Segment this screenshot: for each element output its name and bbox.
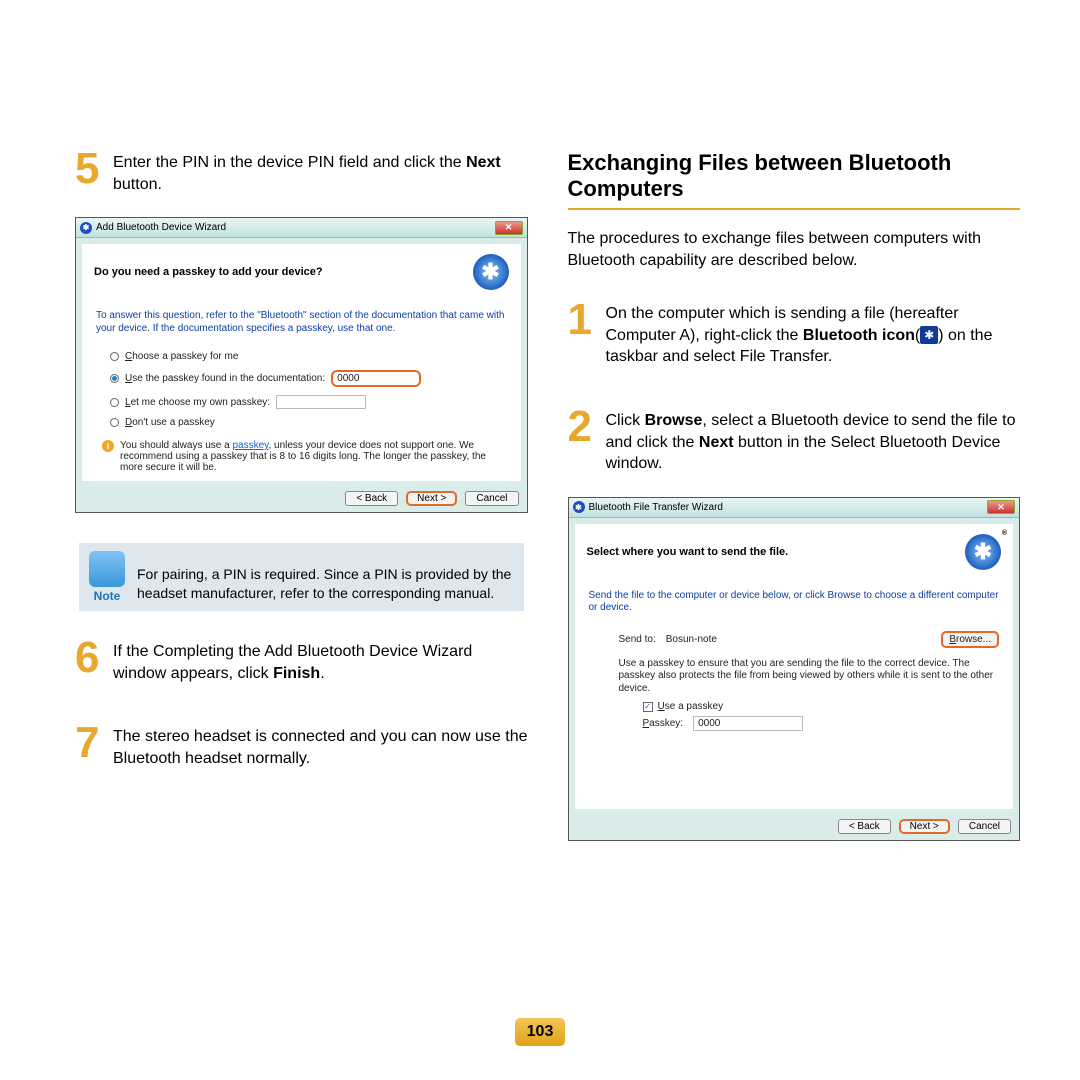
step-2: 2 Click Browse, select a Bluetooth devic… <box>568 408 1021 475</box>
passkey-input[interactable]: 0000 <box>331 370 421 387</box>
use-passkey-checkbox[interactable]: ✓Use a passkeyUse a passkey <box>589 695 1000 714</box>
close-button[interactable]: ✕ <box>495 221 523 235</box>
passkey-hint: Use a passkey to ensure that you are sen… <box>619 658 1000 696</box>
next-button[interactable]: Next > <box>406 491 457 506</box>
passkey-info: i You should always use a passkey, unles… <box>96 432 507 473</box>
step-number: 5 <box>75 150 105 195</box>
close-button[interactable]: ✕ <box>987 500 1015 514</box>
dialog-heading: Select where you want to send the file. <box>587 546 789 558</box>
dialog-hint: To answer this question, refer to the "B… <box>96 310 507 335</box>
cancel-button[interactable]: Cancel <box>958 819 1011 834</box>
note-box: Note For pairing, a PIN is required. Sin… <box>79 543 524 611</box>
browse-button[interactable]: Browse...Browse... <box>941 631 999 648</box>
back-button[interactable]: < Back <box>345 491 398 506</box>
bluetooth-icon: ✱ <box>573 501 585 513</box>
page-number: 103 <box>515 1018 565 1046</box>
sendto-label: Send to: <box>619 634 656 645</box>
dialog-title: Bluetooth File Transfer Wizard <box>589 502 724 513</box>
step-6: 6 If the Completing the Add Bluetooth De… <box>75 639 528 684</box>
radio-use-documentation[interactable]: Use the passkey found in the documentati… <box>96 366 507 391</box>
radio-own-passkey[interactable]: Let me choose my own passkey:Let me choo… <box>96 391 507 413</box>
bluetooth-taskbar-icon: ✱ <box>920 326 938 344</box>
step-5: 5 Enter the PIN in the device PIN field … <box>75 150 528 195</box>
dialog-hint: Send the file to the computer or device … <box>589 590 1000 615</box>
note-text: For pairing, a PIN is required. Since a … <box>137 565 514 603</box>
dialog-titlebar: ✱ Add Bluetooth Device Wizard ✕ <box>76 218 527 238</box>
back-button[interactable]: < Back <box>838 819 891 834</box>
step-text: Enter the PIN in the device PIN field an… <box>113 150 528 195</box>
step-text: The stereo headset is connected and you … <box>113 724 528 769</box>
step-number: 2 <box>568 408 598 475</box>
section-intro: The procedures to exchange files between… <box>568 228 1021 271</box>
passkey-link[interactable]: passkey <box>233 440 269 451</box>
add-bluetooth-dialog: ✱ Add Bluetooth Device Wizard ✕ Do you n… <box>75 217 528 513</box>
radio-choose-for-me[interactable]: CChoose a passkey for mehoose a passkey … <box>96 347 507 366</box>
step-text: On the computer which is sending a file … <box>606 301 1021 368</box>
step-number: 7 <box>75 724 105 769</box>
cancel-button[interactable]: Cancel <box>465 491 518 506</box>
info-icon: i <box>102 440 114 452</box>
dialog-title: Add Bluetooth Device Wizard <box>96 222 226 233</box>
note-icon <box>89 551 125 587</box>
step-7: 7 The stereo headset is connected and yo… <box>75 724 528 769</box>
section-heading: Exchanging Files between Bluetooth Compu… <box>568 150 1021 210</box>
bluetooth-icon: ✱ <box>80 222 92 234</box>
sendto-value: Bosun-note <box>666 634 932 645</box>
dialog-titlebar: ✱ Bluetooth File Transfer Wizard ✕ <box>569 498 1020 518</box>
passkey-label: Passkey:Passkey: <box>643 718 684 729</box>
step-1: 1 On the computer which is sending a fil… <box>568 301 1021 368</box>
step-text: If the Completing the Add Bluetooth Devi… <box>113 639 528 684</box>
dialog-heading: Do you need a passkey to add your device… <box>94 266 323 278</box>
note-label: Note <box>89 589 125 603</box>
step-number: 6 <box>75 639 105 684</box>
step-number: 1 <box>568 301 598 368</box>
file-transfer-dialog: ✱ Bluetooth File Transfer Wizard ✕ Selec… <box>568 497 1021 842</box>
next-button[interactable]: Next > <box>899 819 950 834</box>
passkey-input[interactable]: 0000 <box>693 716 803 731</box>
radio-no-passkey[interactable]: Don't use a passkeyDon't use a passkey <box>96 413 507 432</box>
step-text: Click Browse, select a Bluetooth device … <box>606 408 1021 475</box>
bluetooth-logo-icon: ✱ <box>473 254 509 290</box>
bluetooth-logo-icon: ✱ <box>965 534 1001 570</box>
